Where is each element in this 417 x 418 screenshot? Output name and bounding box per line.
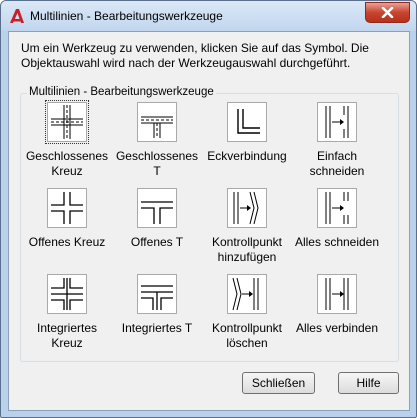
close-button[interactable]: [365, 2, 410, 23]
open-cross-icon[interactable]: [47, 188, 87, 228]
tools-group: Multilinien - Bearbeitungswerkzeuge Gesc…: [20, 86, 399, 362]
tool-delete-vertex[interactable]: Kontrollpunkt löschen: [201, 274, 293, 351]
tool-label: Integriertes Kreuz: [36, 321, 98, 350]
cut-single-icon[interactable]: [317, 102, 357, 142]
tool-corner-joint[interactable]: Eckverbindung: [201, 102, 293, 164]
title-bar[interactable]: Multilinien - Bearbeitungswerkzeuge: [1, 1, 416, 31]
tool-label: Einfach schneiden: [309, 149, 365, 178]
tool-label: Geschlossenes T: [115, 149, 199, 178]
tool-open-tee[interactable]: Offenes T: [111, 188, 203, 250]
open-tee-icon[interactable]: [137, 188, 177, 228]
tool-closed-cross[interactable]: Geschlossenes Kreuz: [21, 100, 113, 179]
cut-all-icon[interactable]: [317, 188, 357, 228]
merged-tee-icon[interactable]: [137, 274, 177, 314]
tool-label: Alles schneiden: [294, 235, 380, 249]
group-label: Multilinien - Bearbeitungswerkzeuge: [27, 86, 216, 98]
closed-tee-icon[interactable]: [137, 102, 177, 142]
add-vertex-icon[interactable]: [227, 188, 267, 228]
tool-label: Geschlossenes Kreuz: [25, 149, 109, 178]
tool-cut-single[interactable]: Einfach schneiden: [291, 102, 383, 179]
dialog-client-area: Um ein Werkzeug zu verwenden, klicken Si…: [8, 31, 410, 411]
window-title: Multilinien - Bearbeitungswerkzeuge: [30, 9, 223, 23]
tool-label: Alles verbinden: [295, 321, 379, 335]
delete-vertex-icon[interactable]: [227, 274, 267, 314]
tool-add-vertex[interactable]: Kontrollpunkt hinzufügen: [201, 188, 293, 265]
tool-merged-cross[interactable]: Integriertes Kreuz: [21, 274, 113, 351]
merged-cross-icon[interactable]: [47, 274, 87, 314]
tool-label: Offenes Kreuz: [28, 235, 106, 249]
tool-label: Kontrollpunkt löschen: [211, 321, 283, 350]
closed-cross-icon[interactable]: [45, 100, 89, 144]
close-icon: [381, 7, 394, 18]
instruction-text: Um ein Werkzeug zu verwenden, klicken Si…: [21, 41, 369, 70]
tool-weld-all[interactable]: Alles verbinden: [291, 274, 383, 336]
tool-merged-tee[interactable]: Integriertes T: [111, 274, 203, 336]
autocad-logo-icon: [10, 9, 24, 23]
tool-label: Kontrollpunkt hinzufügen: [211, 235, 283, 264]
dialog-window: Multilinien - Bearbeitungswerkzeuge Um e…: [0, 0, 417, 418]
tool-label: Integriertes T: [121, 321, 193, 335]
tool-label: Offenes T: [130, 235, 184, 249]
tool-label: Eckverbindung: [207, 149, 287, 163]
help-button[interactable]: Hilfe: [338, 372, 399, 394]
tool-closed-tee[interactable]: Geschlossenes T: [111, 102, 203, 179]
tool-cut-all[interactable]: Alles schneiden: [291, 188, 383, 250]
weld-all-icon[interactable]: [317, 274, 357, 314]
close-dialog-button[interactable]: Schließen: [242, 372, 315, 394]
corner-joint-icon[interactable]: [227, 102, 267, 142]
tool-open-cross[interactable]: Offenes Kreuz: [21, 188, 113, 250]
